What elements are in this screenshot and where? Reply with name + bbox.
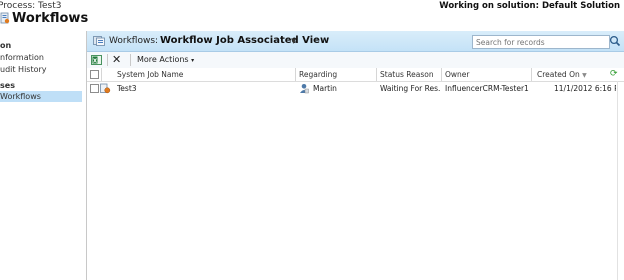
page-title: Workflows [12, 11, 89, 26]
more-actions-button[interactable]: More Actions ▾ [137, 55, 194, 64]
nav-section-heading: on [0, 41, 12, 50]
toolbar-divider [130, 54, 131, 66]
toolbar-divider [107, 54, 108, 66]
user-icon [299, 83, 309, 96]
nav-item-information[interactable]: nformation [0, 52, 44, 63]
workflow-view-icon [93, 36, 105, 46]
search-input[interactable] [473, 36, 604, 48]
grid-toolbar: X ✕ More Actions ▾ [87, 52, 624, 69]
column-divider [441, 68, 442, 81]
column-divider [531, 68, 532, 81]
table-row[interactable]: Test3 Martin Waiting For Res... Influenc… [87, 82, 624, 95]
grid-scrollbar[interactable] [617, 81, 618, 280]
column-header-status-reason[interactable]: Status Reason [380, 69, 434, 81]
workflow-icon [0, 12, 10, 24]
column-header-created-on[interactable]: Created On ▼ [537, 69, 587, 82]
chevron-down-icon: ▾ [191, 57, 195, 64]
column-header-owner[interactable]: Owner [445, 69, 470, 81]
view-prefix-label: Workflows: [109, 36, 159, 46]
process-label: Process: Test3 [0, 1, 62, 11]
search-box [472, 35, 610, 49]
column-divider [376, 68, 377, 81]
cell-regarding[interactable]: Martin [313, 83, 373, 94]
column-header-system-job-name[interactable]: System Job Name [117, 69, 183, 81]
more-actions-label: More Actions [137, 55, 189, 64]
delete-icon[interactable]: ✕ [112, 54, 121, 65]
column-header-regarding[interactable]: Regarding [299, 69, 337, 81]
cell-created-on: 11/1/2012 6:16 PM [554, 84, 616, 93]
chevron-down-icon[interactable]: ▼ [291, 37, 296, 45]
workflow-job-icon [100, 83, 111, 96]
grid-header: System Job Name Regarding Status Reason … [87, 68, 624, 82]
view-selector[interactable]: Workflow Job Associated View [160, 35, 329, 46]
cell-system-job-name[interactable]: Test3 [117, 83, 287, 94]
search-icon[interactable] [609, 35, 621, 48]
refresh-icon[interactable]: ⟳ [610, 70, 618, 79]
left-nav: on nformation udit History ses Workflows [0, 34, 86, 280]
cell-owner[interactable]: InfluencerCRM-Tester1 gar [445, 83, 531, 94]
cell-status-reason: Waiting For Res... [380, 84, 440, 93]
view-selector-bar: Workflows: Workflow Job Associated View … [87, 31, 624, 52]
column-divider [295, 68, 296, 81]
column-header-created-on-label: Created On [537, 70, 580, 79]
nav-item-workflows[interactable]: Workflows [0, 91, 82, 102]
column-divider [101, 68, 102, 81]
row-checkbox[interactable] [90, 84, 99, 93]
sort-descending-icon: ▼ [582, 72, 587, 79]
select-all-checkbox[interactable] [90, 70, 99, 79]
solution-label: Working on solution: Default Solution [439, 1, 620, 11]
nav-item-audit-history[interactable]: udit History [0, 64, 47, 75]
nav-section-heading-processes: ses [0, 81, 15, 90]
main-panel: Workflows: Workflow Job Associated View … [86, 31, 624, 280]
excel-export-icon[interactable]: X [91, 55, 102, 65]
